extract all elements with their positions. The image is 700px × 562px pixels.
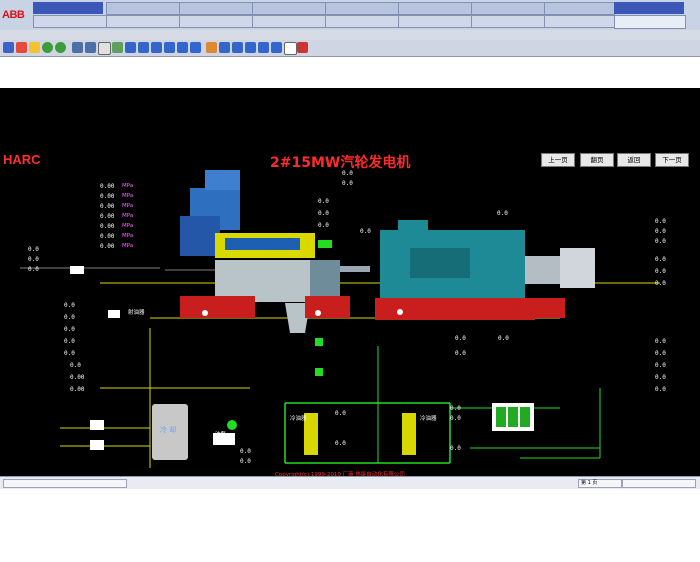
filter-cell	[496, 407, 506, 427]
alarm-slot[interactable]	[398, 15, 472, 28]
alarm-slot[interactable]	[325, 2, 399, 15]
status-page: 第 1 页	[578, 479, 622, 488]
alarm-slot[interactable]	[179, 15, 253, 28]
list-icon[interactable]	[219, 42, 230, 53]
chart-icon[interactable]	[151, 42, 162, 53]
home-icon[interactable]	[3, 42, 14, 53]
flip-page-button[interactable]: 翻页	[580, 153, 614, 167]
chart-icon[interactable]	[125, 42, 136, 53]
chart-icon[interactable]	[164, 42, 175, 53]
turbine-base	[180, 296, 255, 318]
indicator	[318, 240, 332, 248]
turbine-base	[305, 296, 350, 318]
alarm-slot[interactable]	[544, 15, 615, 28]
time-tag	[614, 15, 686, 29]
actuator-block	[205, 170, 240, 190]
alarm-bar: ABB	[0, 0, 700, 30]
valve	[108, 310, 120, 318]
chart-icon[interactable]	[138, 42, 149, 53]
list-icon[interactable]	[271, 42, 282, 53]
pump-motor	[227, 420, 237, 430]
warning-icon[interactable]	[29, 42, 40, 53]
print-icon[interactable]	[206, 42, 217, 53]
alarm-summary-tag[interactable]	[33, 2, 103, 14]
next-page-button[interactable]: 下一页	[655, 153, 689, 167]
valve	[90, 420, 104, 430]
list-icon[interactable]	[245, 42, 256, 53]
exciter	[525, 256, 560, 284]
bolt	[315, 310, 321, 316]
chart-icon[interactable]	[190, 42, 201, 53]
process-diagram	[20, 170, 660, 468]
alarm-icon[interactable]	[297, 42, 308, 53]
valve	[70, 266, 84, 274]
alarm-slot[interactable]	[544, 2, 615, 15]
cursor-icon[interactable]	[284, 42, 297, 55]
generator-frame	[410, 248, 470, 278]
process-graphic	[0, 88, 700, 488]
prev-page-button[interactable]: 上一页	[541, 153, 575, 167]
coupling-shaft	[340, 266, 370, 272]
alarm-slot[interactable]	[252, 2, 326, 15]
return-button[interactable]: 返回	[617, 153, 651, 167]
valve	[315, 338, 323, 346]
toolbar	[0, 40, 700, 57]
bolt	[397, 309, 403, 315]
status-cell	[622, 479, 696, 488]
cooler-right	[402, 413, 416, 455]
alarm-slot[interactable]	[471, 2, 545, 15]
alarm-slot[interactable]	[471, 15, 545, 28]
exciter-end	[560, 248, 595, 288]
list-icon[interactable]	[258, 42, 269, 53]
generator-base	[375, 298, 535, 320]
oil-tank	[152, 404, 188, 460]
alarm-slot[interactable]	[33, 15, 107, 28]
list-icon[interactable]	[232, 42, 243, 53]
filter-cell	[520, 407, 530, 427]
alarm-slot[interactable]	[106, 15, 180, 28]
alarm-slot[interactable]	[252, 15, 326, 28]
cooler-left	[304, 413, 318, 455]
status-left	[3, 479, 127, 488]
trend-icon[interactable]	[112, 42, 123, 53]
pump-unit	[213, 433, 235, 445]
filter-cell	[508, 407, 518, 427]
valve-chest	[180, 216, 220, 256]
alarm-slot[interactable]	[325, 15, 399, 28]
page-icon[interactable]	[98, 42, 111, 55]
date-tag	[614, 2, 684, 14]
stop-icon[interactable]	[16, 42, 27, 53]
valve	[90, 440, 104, 450]
bearing-housing	[310, 260, 340, 296]
menu-bar[interactable]	[0, 30, 700, 40]
bolt	[202, 310, 208, 316]
chart-icon[interactable]	[177, 42, 188, 53]
generator-cap	[398, 220, 428, 234]
exciter-base	[535, 298, 565, 318]
valve	[315, 368, 323, 376]
alarm-slot[interactable]	[398, 2, 472, 15]
alarm-slot[interactable]	[106, 2, 180, 15]
window-icon[interactable]	[72, 42, 83, 53]
alarm-slot[interactable]	[179, 2, 253, 15]
back-icon[interactable]	[42, 42, 53, 53]
window-icon[interactable]	[85, 42, 96, 53]
forward-icon[interactable]	[55, 42, 66, 53]
turbine-casing-top	[225, 238, 300, 250]
abb-logo: ABB	[2, 9, 25, 21]
status-bar: 第 1 页	[0, 476, 700, 489]
turbine-casing	[215, 260, 325, 302]
